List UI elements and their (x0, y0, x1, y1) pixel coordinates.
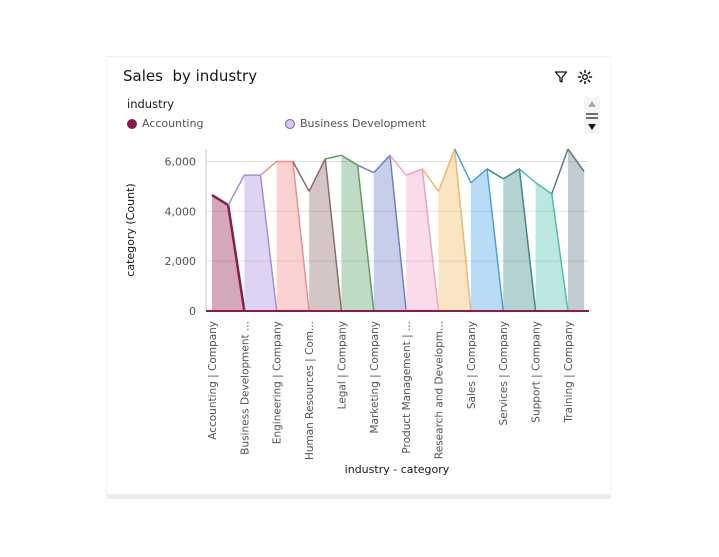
y-axis-title: category (Count) (124, 183, 137, 276)
area-connector (357, 164, 375, 174)
y-tick-label: 2,000 (165, 255, 197, 268)
area-connector (260, 160, 278, 176)
area-segment[interactable] (373, 155, 407, 311)
area-segment[interactable] (503, 168, 536, 311)
x-tick-label: Research and Developm... (434, 321, 446, 459)
x-tick-label: Product Management | ... (401, 321, 413, 454)
x-tick-label: Marketing | Company (369, 321, 381, 434)
x-axis-title: industry - category (345, 463, 450, 476)
x-tick-label: Business Development ... (239, 321, 251, 455)
area-segment[interactable] (244, 175, 277, 311)
y-tick-label: 0 (189, 305, 196, 318)
area-segment[interactable] (470, 168, 504, 311)
x-tick-label: Services | Company (498, 321, 510, 425)
area-connector (486, 168, 504, 180)
x-tick-label: Accounting | Company (207, 321, 219, 440)
x-tick-label: Training | Company (563, 321, 575, 424)
area-connector (227, 174, 246, 206)
x-tick-label: Sales | Company (466, 321, 478, 409)
x-tick-label: Engineering | Company (272, 321, 284, 444)
area-segment[interactable] (535, 182, 568, 311)
x-tick-label: Human Resources | Com... (304, 321, 316, 460)
area-connector (518, 168, 537, 184)
area-connector (325, 154, 342, 160)
area-chart: 0 2,000 4,000 6,000 Accounting | Company Busi… (124, 148, 589, 476)
x-tick-label: Legal | Company (336, 321, 348, 409)
area-segment[interactable] (406, 168, 439, 311)
area-connector (551, 148, 569, 195)
y-tick-label: 4,000 (165, 205, 197, 218)
area-segment[interactable] (341, 155, 374, 311)
y-tick-label: 6,000 (165, 155, 197, 168)
area-segment[interactable] (567, 149, 585, 311)
chart-card: Sales by industry industry Accounting Bu… (106, 56, 611, 499)
x-tick-label: Support | Company (531, 321, 543, 423)
